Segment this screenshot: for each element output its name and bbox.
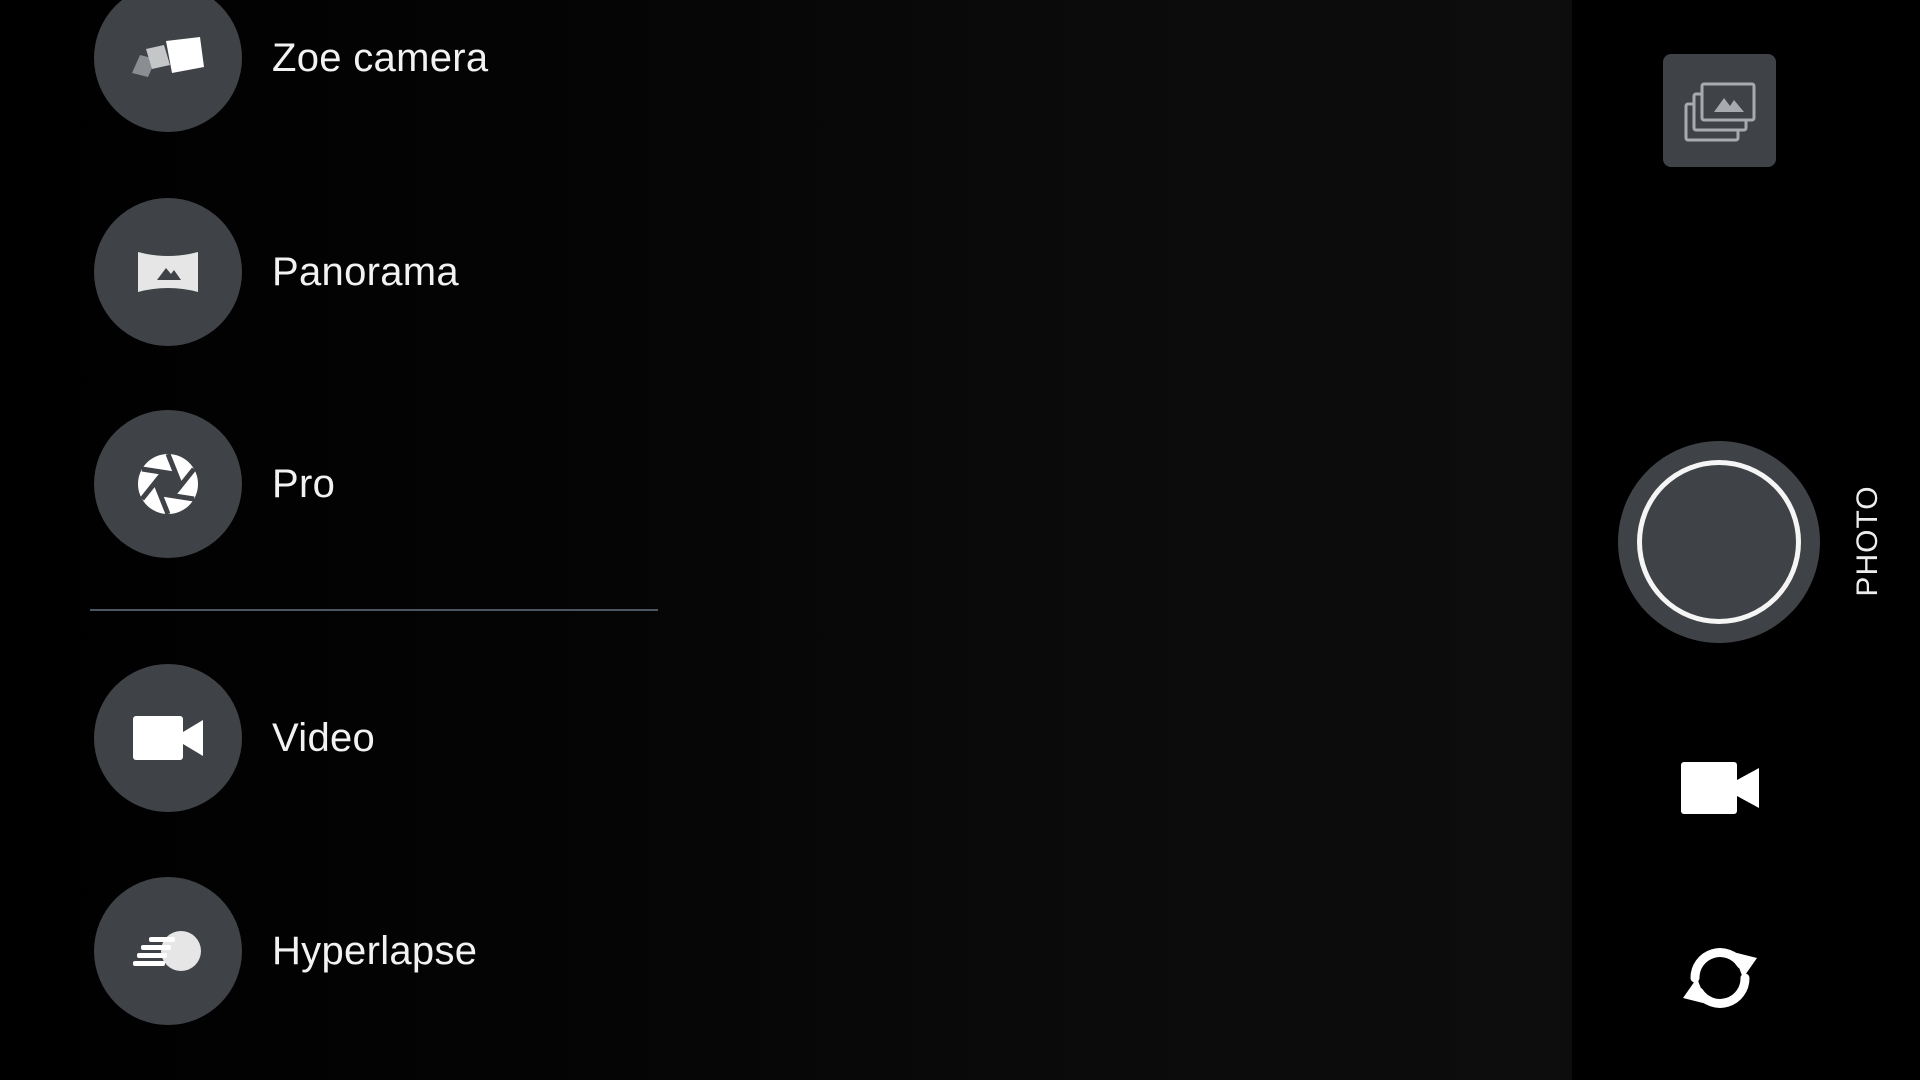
hyperlapse-icon (133, 931, 201, 971)
menu-divider (90, 609, 658, 611)
mode-label: Hyperlapse (272, 928, 478, 973)
mode-label: Video (272, 715, 376, 760)
mode-icon-circle (94, 664, 242, 812)
panorama-icon (138, 252, 198, 292)
shutter-ring (1637, 460, 1801, 624)
gallery-button[interactable] (1663, 54, 1776, 167)
mode-label: Panorama (272, 249, 459, 294)
gallery-icon (1684, 82, 1755, 141)
video-camera-icon (133, 716, 203, 760)
mode-item-video[interactable]: Video (94, 664, 654, 812)
mode-item-pro[interactable]: Pro (94, 410, 654, 558)
mode-icon-circle (94, 0, 242, 132)
mode-label: Zoe camera (272, 35, 489, 80)
mode-icon-circle (94, 198, 242, 346)
mode-icon-circle (94, 410, 242, 558)
video-mode-button[interactable] (1672, 752, 1768, 824)
switch-camera-icon (1683, 948, 1757, 1008)
mode-label: Pro (272, 461, 336, 506)
mode-icon-circle (94, 877, 242, 1025)
mode-item-panorama[interactable]: Panorama (94, 198, 654, 346)
mode-item-zoe-camera[interactable]: Zoe camera (94, 0, 654, 132)
switch-camera-button[interactable] (1672, 934, 1768, 1022)
aperture-icon (138, 453, 198, 515)
shutter-button[interactable] (1618, 441, 1820, 643)
mode-item-hyperlapse[interactable]: Hyperlapse (94, 877, 654, 1025)
camera-screen: Zoe camera Panorama Pro Video Hyperlapse… (0, 0, 1920, 1080)
current-mode-label: PHOTO (1851, 485, 1884, 597)
video-camera-icon (1681, 762, 1759, 814)
zoe-camera-icon (132, 37, 204, 77)
